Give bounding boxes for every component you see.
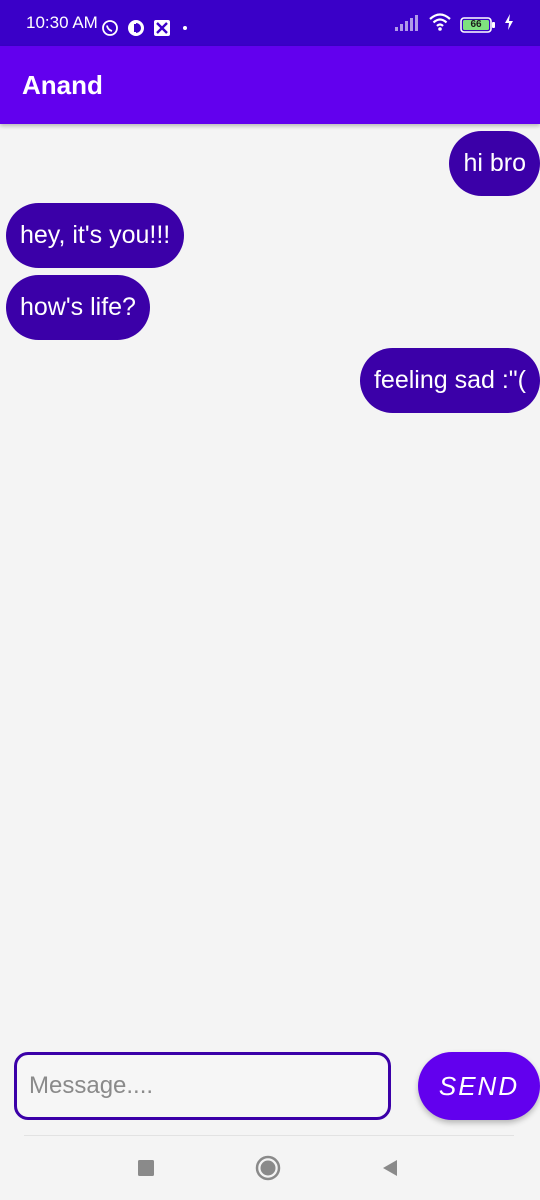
status-time: 10:30 AM (26, 13, 98, 32)
dot-icon (183, 26, 187, 30)
message-bubble-sent: feeling sad :"( (359, 348, 540, 413)
home-icon[interactable] (254, 1154, 282, 1182)
app-bar: Anand (0, 46, 540, 124)
message-bubble-sent: hi bro (449, 131, 540, 196)
system-icons: 66 (394, 12, 514, 37)
message-list: hi bro hey, it's you!!! how's life? feel… (0, 124, 540, 1024)
status-bar: 10:30 AM 66 (0, 0, 540, 46)
message-input[interactable] (14, 1052, 391, 1120)
page-title: Anand (22, 70, 103, 100)
battery-level: 66 (470, 18, 482, 30)
message-bubble-received: how's life? (6, 275, 150, 340)
signal-icon (394, 12, 420, 37)
screen-recorder-icon (153, 19, 171, 37)
recents-icon[interactable] (132, 1154, 160, 1182)
back-icon[interactable] (376, 1154, 404, 1182)
message-bubble-received: hey, it's you!!! (6, 203, 185, 268)
notification-icons (101, 19, 187, 37)
whatsapp-icon (101, 19, 119, 37)
data-saver-icon (127, 19, 145, 37)
battery-icon: 66 (460, 16, 496, 34)
send-button[interactable]: SEND (418, 1052, 540, 1120)
wifi-icon (428, 12, 452, 37)
charging-icon (504, 13, 514, 36)
nav-bar (0, 1136, 540, 1200)
